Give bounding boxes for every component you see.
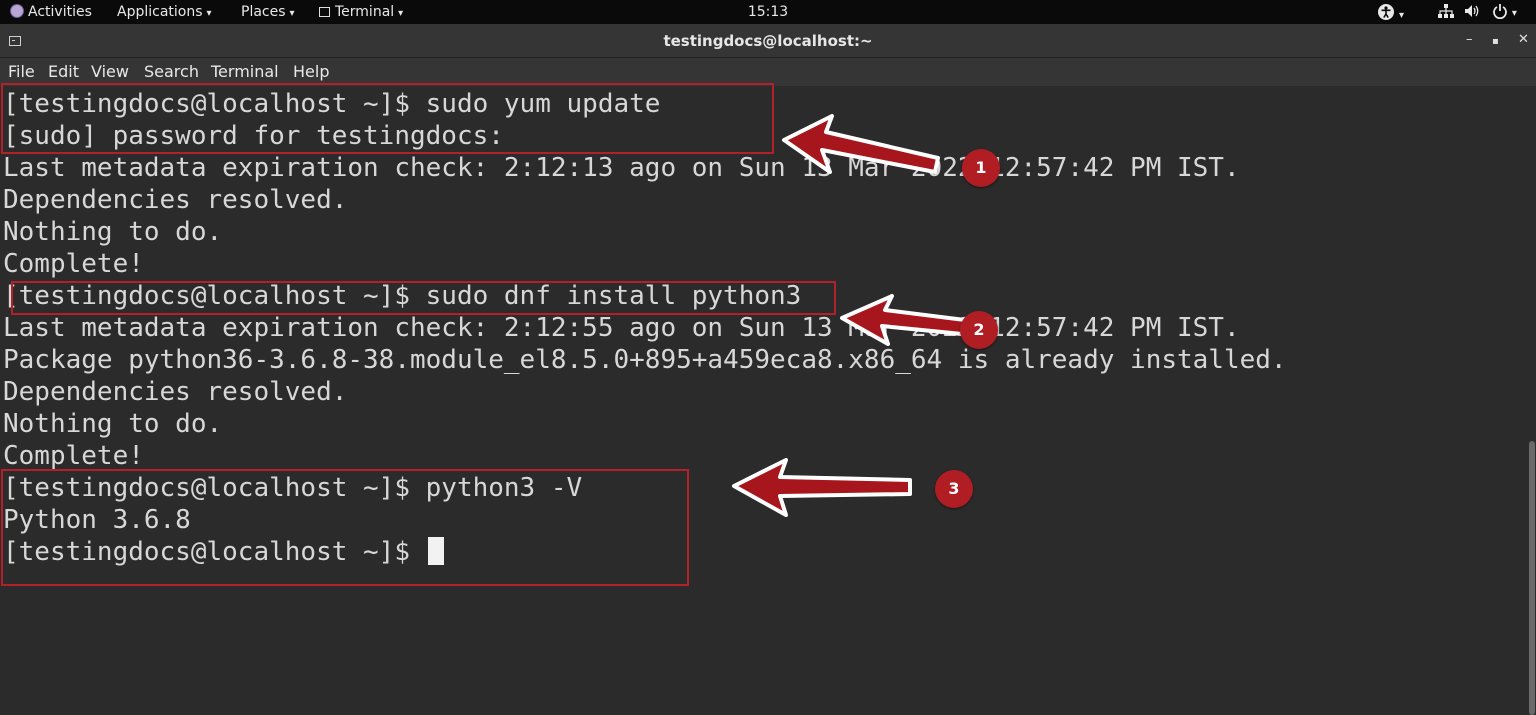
- menu-edit[interactable]: Edit: [48, 63, 79, 81]
- chevron-down-icon: ▾: [1511, 8, 1517, 19]
- menu-view[interactable]: View: [91, 63, 129, 81]
- highlight-box-yum-update: [1, 83, 774, 154]
- menu-bar: File Edit View Search Terminal Help: [0, 58, 1536, 86]
- terminal-scrollbar[interactable]: [1524, 86, 1536, 715]
- network-icon: [1438, 4, 1454, 18]
- clock[interactable]: 15:13: [0, 3, 1536, 21]
- terminal-line: Package python36-3.6.8-38.module_el8.5.0…: [3, 345, 1287, 375]
- step-badge-2: 2: [960, 311, 998, 349]
- maximize-button[interactable]: ▪: [1492, 34, 1499, 50]
- gnome-top-bar: Activities Applications ▾ Places ▾ Termina…: [0, 0, 1536, 24]
- terminal-line: Dependencies resolved.: [3, 185, 348, 215]
- window-title-bar[interactable]: testingdocs@localhost:~ – ▪ ✕: [0, 24, 1536, 58]
- terminal-line: Nothing to do.: [3, 217, 223, 247]
- menu-file[interactable]: File: [8, 63, 35, 81]
- highlight-box-dnf-install: [11, 281, 836, 315]
- terminal-line: Nothing to do.: [3, 409, 223, 439]
- terminal-line: Complete!: [3, 249, 144, 279]
- system-status-menu[interactable]: ▾: [1437, 3, 1517, 23]
- step-badge-1: 1: [962, 149, 1000, 187]
- step-badge-3: 3: [935, 470, 973, 508]
- highlight-box-python-version: [1, 469, 689, 586]
- minimize-button[interactable]: –: [1466, 32, 1473, 48]
- terminal-line: Dependencies resolved.: [3, 377, 348, 407]
- power-icon: [1493, 4, 1507, 20]
- volume-icon: [1465, 5, 1479, 17]
- menu-help[interactable]: Help: [293, 63, 329, 81]
- window-title: testingdocs@localhost:~: [663, 32, 873, 50]
- terminal-line: Complete!: [3, 441, 144, 471]
- close-button[interactable]: ✕: [1518, 32, 1529, 48]
- chevron-down-icon: ▾: [1399, 10, 1405, 21]
- accessibility-menu[interactable]: ▾: [1377, 3, 1404, 25]
- accessibility-icon: [1378, 4, 1394, 20]
- menu-terminal[interactable]: Terminal: [211, 63, 279, 81]
- scrollbar-thumb[interactable]: [1529, 441, 1535, 715]
- terminal-line: Last metadata expiration check: 2:12:55 …: [3, 313, 1240, 343]
- menu-search[interactable]: Search: [144, 63, 199, 81]
- terminal-line: Last metadata expiration check: 2:12:13 …: [3, 153, 1240, 183]
- terminal-output[interactable]: [testingdocs@localhost ~]$ sudo yum upda…: [0, 86, 1524, 715]
